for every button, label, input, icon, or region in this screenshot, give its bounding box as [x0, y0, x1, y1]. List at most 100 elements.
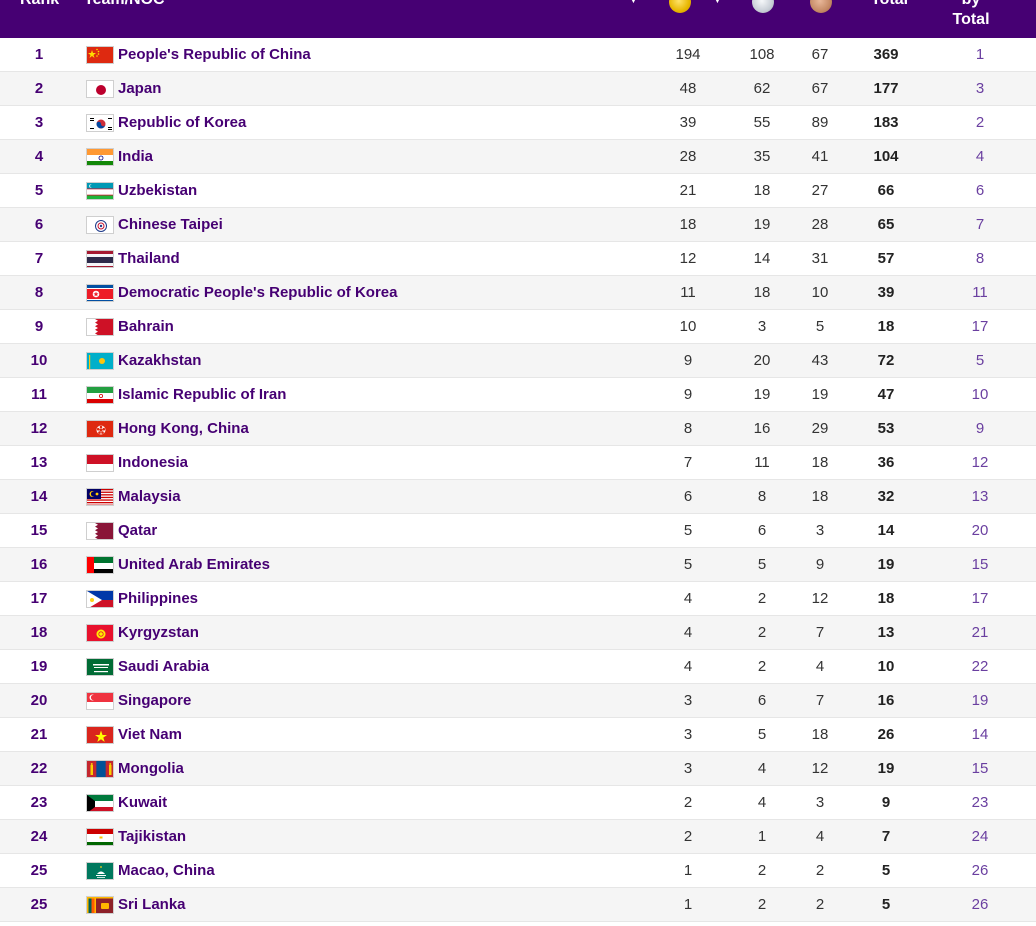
- rank-by-total-column-header[interactable]: by Total: [952, 0, 990, 30]
- team-name-link[interactable]: People's Republic of China: [118, 38, 311, 71]
- team-name-link[interactable]: Philippines: [118, 582, 198, 615]
- rank-by-total-cell: 9: [975, 420, 985, 437]
- total-count: 47: [877, 386, 895, 403]
- table-row[interactable]: 7 Thailand 12 14 31 57 8: [0, 242, 1036, 276]
- team-name-link[interactable]: Thailand: [118, 242, 180, 275]
- team-name-link[interactable]: Islamic Republic of Iran: [118, 378, 286, 411]
- silver-count: 62: [753, 80, 771, 97]
- team-name-link[interactable]: Kyrgyzstan: [118, 616, 199, 649]
- gold-count: 6: [683, 488, 693, 505]
- bronze-count: 67: [811, 80, 829, 97]
- india-flag-icon: [86, 148, 114, 166]
- team-name-link[interactable]: Chinese Taipei: [118, 208, 223, 241]
- table-row[interactable]: 14 Malaysia 6 8 18 32 13: [0, 480, 1036, 514]
- thailand-flag-icon: [86, 250, 114, 268]
- team-name-link[interactable]: Japan: [118, 72, 161, 105]
- team-name-link[interactable]: India: [118, 140, 153, 173]
- gold-medal-icon[interactable]: [669, 0, 691, 13]
- rank-cell: 25: [30, 896, 48, 913]
- silver-count: 18: [753, 284, 771, 301]
- team-name-link[interactable]: Kazakhstan: [118, 344, 201, 377]
- table-row[interactable]: 13 Indonesia 7 11 18 36 12: [0, 446, 1036, 480]
- team-name-link[interactable]: Hong Kong, China: [118, 412, 249, 445]
- table-row[interactable]: 5 Uzbekistan 21 18 27 66 6: [0, 174, 1036, 208]
- table-row[interactable]: 16 United Arab Emirates 5 5 9 19 15: [0, 548, 1036, 582]
- team-name-link[interactable]: Kuwait: [118, 786, 167, 819]
- bronze-count: 10: [811, 284, 829, 301]
- team-name-link[interactable]: Singapore: [118, 684, 191, 717]
- table-row[interactable]: 24 Tajikistan 2 1 4 7 24: [0, 820, 1036, 854]
- table-row[interactable]: 11 Islamic Republic of Iran 9 19 19 47 10: [0, 378, 1036, 412]
- bronze-count: 89: [811, 114, 829, 131]
- team-name-link[interactable]: Mongolia: [118, 752, 184, 785]
- team-name-link[interactable]: Bahrain: [118, 310, 174, 343]
- silver-count: 19: [753, 386, 771, 403]
- table-row[interactable]: 21 Viet Nam 3 5 18 26 14: [0, 718, 1036, 752]
- team-name-link[interactable]: Uzbekistan: [118, 174, 197, 207]
- sri-lanka-flag-icon: [86, 896, 114, 914]
- table-row[interactable]: 1 People's Republic of China 194 108 67 369 1: [0, 38, 1036, 72]
- rank-by-total-cell: 22: [971, 658, 989, 675]
- bronze-medal-icon[interactable]: [810, 0, 832, 13]
- rank-by-total-cell: 21: [971, 624, 989, 641]
- table-row[interactable]: 3 Republic of Korea 39 55 89 183 2: [0, 106, 1036, 140]
- table-row[interactable]: 4 India 28 35 41 104 4: [0, 140, 1036, 174]
- chevron-down-icon[interactable]: ▼: [628, 0, 639, 6]
- silver-medal-icon[interactable]: [752, 0, 774, 13]
- table-row[interactable]: 2 Japan 48 62 67 177 3: [0, 72, 1036, 106]
- gold-count: 11: [680, 284, 696, 301]
- team-column-header[interactable]: Team/NOC: [84, 0, 165, 9]
- team-name-link[interactable]: Sri Lanka: [118, 888, 186, 921]
- team-name-link[interactable]: Saudi Arabia: [118, 650, 209, 683]
- rank-by-total-cell: 1: [975, 46, 985, 63]
- silver-count: 4: [757, 760, 767, 777]
- rank-column-header[interactable]: Rank: [20, 0, 59, 9]
- team-name-link[interactable]: Tajikistan: [118, 820, 186, 853]
- table-row[interactable]: 15 Qatar 5 6 3 14 20: [0, 514, 1036, 548]
- gold-count: 7: [683, 454, 693, 471]
- team-name-link[interactable]: Republic of Korea: [118, 106, 246, 139]
- viet-nam-flag-icon: [86, 726, 114, 744]
- team-name-link[interactable]: United Arab Emirates: [118, 548, 270, 581]
- table-row[interactable]: 10 Kazakhstan 9 20 43 72 5: [0, 344, 1036, 378]
- total-count: 7: [881, 828, 891, 845]
- table-row[interactable]: 25 Sri Lanka 1 2 2 5 26: [0, 888, 1036, 922]
- gold-count: 3: [683, 760, 693, 777]
- table-row[interactable]: 8 Democratic People's Republic of Korea 11…: [0, 276, 1036, 310]
- china-flag-icon: [86, 46, 114, 64]
- table-row[interactable]: 22 Mongolia 3 4 12 19 15: [0, 752, 1036, 786]
- silver-count: 2: [757, 590, 767, 607]
- team-name-link[interactable]: Macao, China: [118, 854, 215, 887]
- bronze-count: 4: [815, 828, 825, 845]
- table-row[interactable]: 9 Bahrain 10 3 5 18 17: [0, 310, 1036, 344]
- rank-by-total-cell: 6: [975, 182, 985, 199]
- uae-flag-icon: [86, 556, 114, 574]
- bronze-count: 9: [815, 556, 825, 573]
- table-row[interactable]: 12 Hong Kong, China 8 16 29 53 9: [0, 412, 1036, 446]
- team-name-link[interactable]: Indonesia: [118, 446, 188, 479]
- japan-flag-icon: [86, 80, 114, 98]
- bahrain-flag-icon: [86, 318, 114, 336]
- gold-count: 2: [683, 828, 693, 845]
- table-row[interactable]: 18 Kyrgyzstan 4 2 7 13 21: [0, 616, 1036, 650]
- silver-count: 8: [757, 488, 767, 505]
- silver-count: 2: [757, 658, 767, 675]
- chevron-down-icon[interactable]: ▼: [712, 0, 723, 6]
- team-name-link[interactable]: Qatar: [118, 514, 157, 547]
- total-column-header[interactable]: Total: [871, 0, 908, 9]
- silver-count: 2: [757, 862, 767, 879]
- table-row[interactable]: 25 Macao, China 1 2 2 5 26: [0, 854, 1036, 888]
- rank-cell: 19: [30, 658, 48, 675]
- team-name-link[interactable]: Democratic People's Republic of Korea: [118, 276, 397, 309]
- team-name-link[interactable]: Malaysia: [118, 480, 181, 513]
- table-row[interactable]: 17 Philippines 4 2 12 18 17: [0, 582, 1036, 616]
- philippines-flag-icon: [86, 590, 114, 608]
- team-name-link[interactable]: Viet Nam: [118, 718, 182, 751]
- rank-by-total-cell: 15: [971, 760, 989, 777]
- table-row[interactable]: 19 Saudi Arabia 4 2 4 10 22: [0, 650, 1036, 684]
- table-row[interactable]: 20 Singapore 3 6 7 16 19: [0, 684, 1036, 718]
- table-row[interactable]: 6 Chinese Taipei 18 19 28 65 7: [0, 208, 1036, 242]
- gold-count: 4: [683, 590, 693, 607]
- rank-cell: 18: [30, 624, 48, 641]
- table-row[interactable]: 23 Kuwait 2 4 3 9 23: [0, 786, 1036, 820]
